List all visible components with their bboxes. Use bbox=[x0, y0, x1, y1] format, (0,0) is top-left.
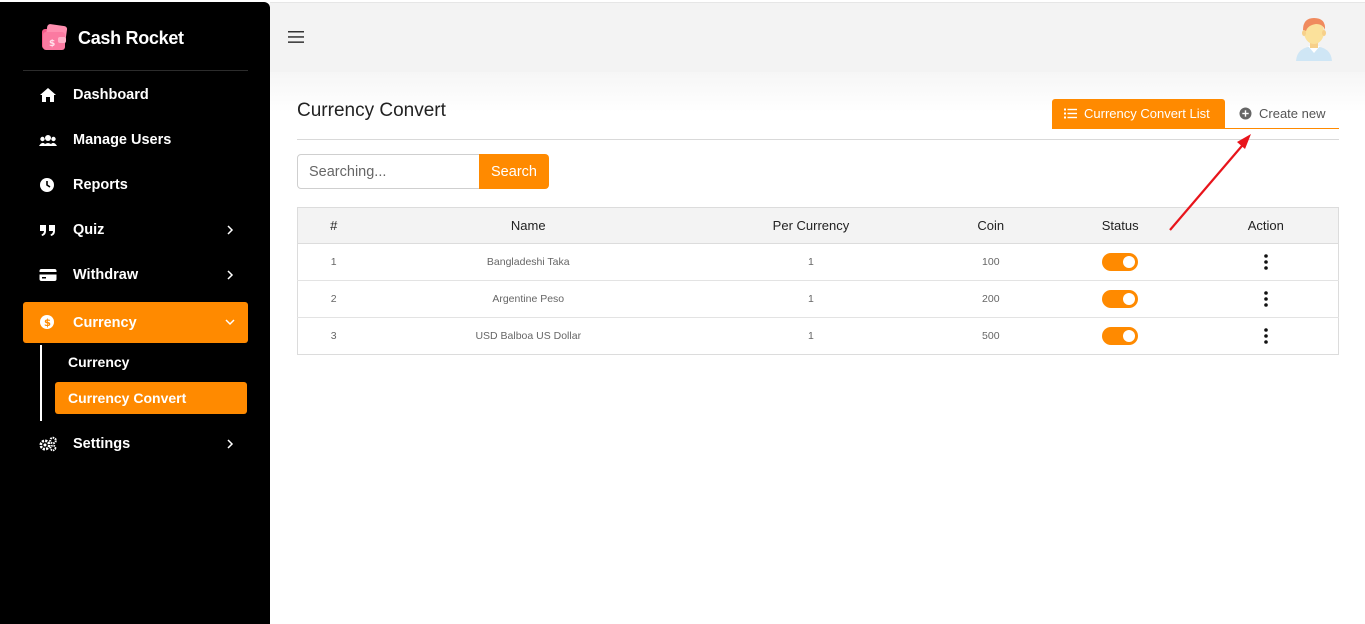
submenu-line bbox=[40, 345, 42, 421]
cell-action bbox=[1193, 280, 1339, 318]
tab-create-new[interactable]: Create new bbox=[1232, 99, 1339, 128]
status-toggle[interactable] bbox=[1102, 253, 1139, 271]
sidebar-item-dashboard[interactable]: Dashboard bbox=[23, 75, 248, 115]
sidebar-item-label: Quiz bbox=[73, 222, 105, 238]
column-header: Action bbox=[1193, 207, 1339, 244]
column-header: Status bbox=[1046, 207, 1194, 244]
sidebar-item-label: Manage Users bbox=[73, 132, 172, 148]
cell-status bbox=[1046, 243, 1194, 281]
wallet-logo-icon: $ bbox=[42, 24, 68, 50]
kebab-menu-icon[interactable] bbox=[1259, 327, 1273, 345]
cogs-icon bbox=[39, 436, 57, 452]
cell-per-currency: 1 bbox=[687, 280, 935, 318]
chevron-down-icon bbox=[225, 319, 235, 326]
users-icon bbox=[39, 135, 57, 146]
column-header: Per Currency bbox=[687, 207, 935, 244]
divider bbox=[23, 70, 248, 71]
sidebar-item-withdraw[interactable]: Withdraw bbox=[23, 255, 248, 295]
status-toggle[interactable] bbox=[1102, 290, 1139, 308]
sidebar-item-label: Currency bbox=[73, 314, 137, 331]
chevron-right-icon bbox=[227, 439, 234, 449]
submenu-item-label: Currency bbox=[68, 354, 130, 370]
clock-icon bbox=[40, 178, 54, 192]
tab-label: Currency Convert List bbox=[1084, 106, 1210, 121]
hamburger-menu-icon[interactable] bbox=[288, 30, 304, 44]
sidebar-item-manage-users[interactable]: Manage Users bbox=[23, 120, 248, 160]
sidebar-item-label: Reports bbox=[73, 177, 128, 193]
sidebar-item-settings[interactable]: Settings bbox=[23, 424, 248, 464]
cell-name: Argentine Peso bbox=[369, 280, 688, 318]
page-title: Currency Convert bbox=[297, 100, 446, 121]
search-input[interactable] bbox=[297, 154, 480, 189]
brand[interactable]: $ Cash Rocket bbox=[40, 20, 184, 56]
top-bar bbox=[270, 2, 1365, 72]
sidebar-item-label: Dashboard bbox=[73, 87, 149, 103]
table-row: 2 Argentine Peso 1 200 bbox=[297, 280, 1339, 318]
plus-circle-icon bbox=[1239, 107, 1252, 120]
chevron-right-icon bbox=[227, 270, 234, 280]
tab-currency-convert-list[interactable]: Currency Convert List bbox=[1052, 99, 1225, 128]
cell-id: 1 bbox=[297, 243, 370, 281]
column-header: Coin bbox=[934, 207, 1047, 244]
user-avatar[interactable] bbox=[1293, 15, 1335, 61]
svg-text:$: $ bbox=[49, 39, 55, 49]
column-header: # bbox=[297, 207, 370, 244]
cell-name: USD Balboa US Dollar bbox=[369, 317, 688, 355]
cell-action bbox=[1193, 317, 1339, 355]
currency-convert-table: # Name Per Currency Coin Status Action 1… bbox=[297, 207, 1339, 355]
table-header-row: # Name Per Currency Coin Status Action bbox=[297, 207, 1339, 244]
column-header: Name bbox=[369, 207, 688, 244]
cell-per-currency: 1 bbox=[687, 243, 935, 281]
sidebar: $ Cash Rocket Dashboard Manage Users Rep… bbox=[0, 2, 270, 624]
list-icon bbox=[1064, 108, 1077, 119]
tab-underline bbox=[1052, 128, 1339, 129]
cell-action bbox=[1193, 243, 1339, 281]
credit-card-icon bbox=[39, 269, 57, 281]
cell-name: Bangladeshi Taka bbox=[369, 243, 688, 281]
table-row: 1 Bangladeshi Taka 1 100 bbox=[297, 243, 1339, 281]
sidebar-item-label: Withdraw bbox=[73, 267, 139, 283]
sidebar-item-quiz[interactable]: Quiz bbox=[23, 210, 248, 250]
divider bbox=[297, 139, 1339, 140]
kebab-menu-icon[interactable] bbox=[1259, 253, 1273, 271]
sidebar-item-currency[interactable]: $ Currency bbox=[23, 302, 248, 343]
cell-status bbox=[1046, 317, 1194, 355]
submenu-item-currency-convert[interactable]: Currency Convert bbox=[55, 382, 247, 414]
cell-status bbox=[1046, 280, 1194, 318]
sidebar-item-reports[interactable]: Reports bbox=[23, 165, 248, 205]
home-icon bbox=[40, 88, 56, 102]
kebab-menu-icon[interactable] bbox=[1259, 290, 1273, 308]
status-toggle[interactable] bbox=[1102, 327, 1139, 345]
cell-coin: 100 bbox=[934, 243, 1047, 281]
submenu-item-currency[interactable]: Currency bbox=[55, 346, 247, 378]
dollar-circle-icon: $ bbox=[40, 315, 54, 329]
submenu-item-label: Currency Convert bbox=[68, 390, 187, 406]
cell-per-currency: 1 bbox=[687, 317, 935, 355]
brand-name: Cash Rocket bbox=[78, 27, 184, 48]
tab-label: Create new bbox=[1259, 106, 1326, 121]
svg-text:$: $ bbox=[44, 318, 51, 329]
cell-coin: 200 bbox=[934, 280, 1047, 318]
cell-coin: 500 bbox=[934, 317, 1047, 355]
chevron-right-icon bbox=[227, 225, 234, 235]
sidebar-item-label: Settings bbox=[73, 436, 131, 452]
quote-icon bbox=[40, 225, 55, 236]
table-row: 3 USD Balboa US Dollar 1 500 bbox=[297, 317, 1339, 355]
search-button[interactable]: Search bbox=[479, 154, 549, 189]
cell-id: 3 bbox=[297, 317, 370, 355]
cell-id: 2 bbox=[297, 280, 370, 318]
